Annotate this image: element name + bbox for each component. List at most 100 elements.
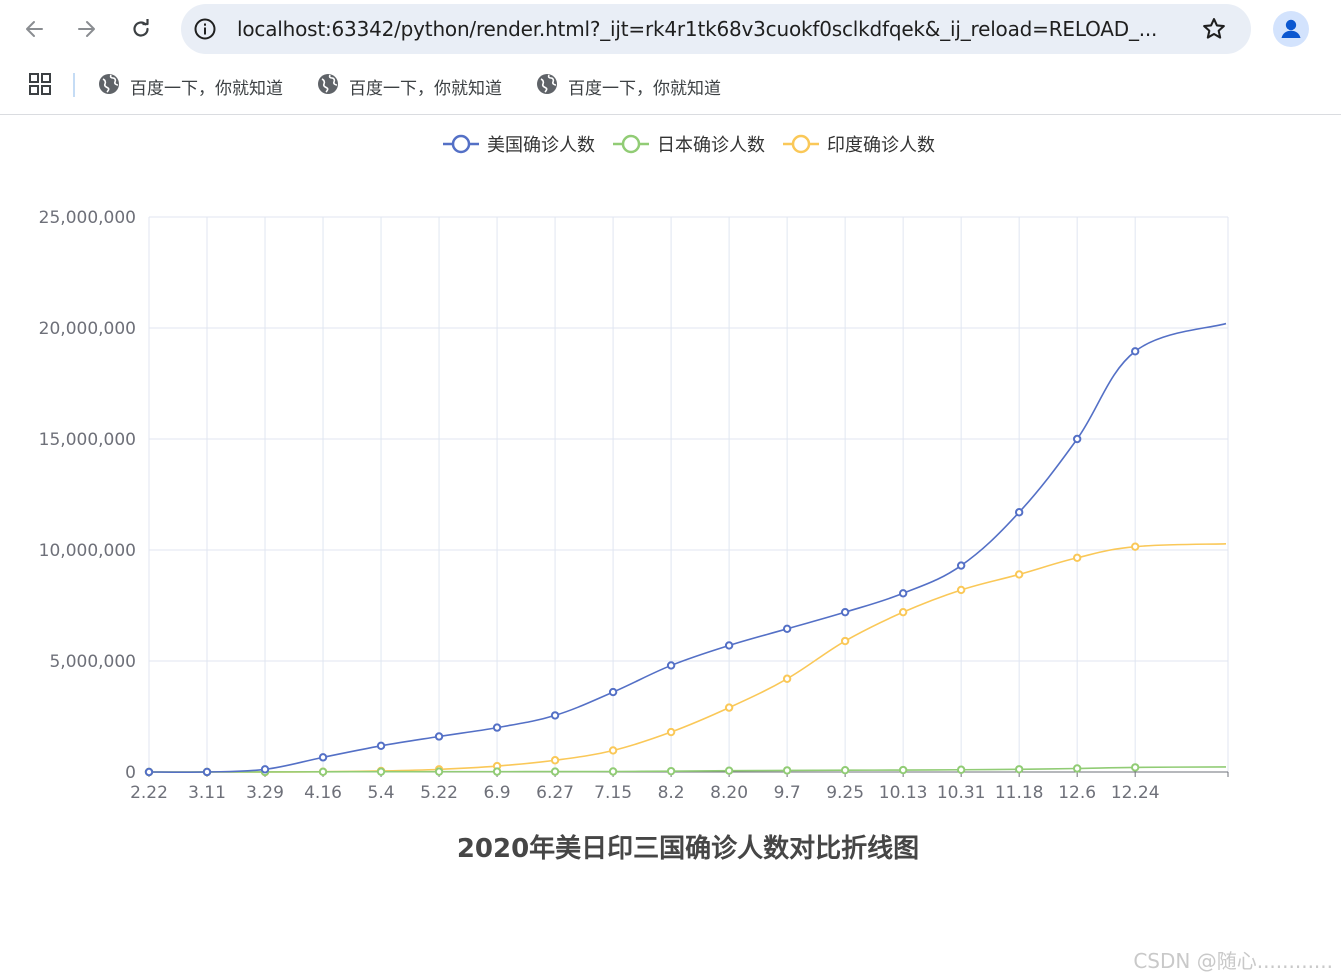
- data-point: [724, 703, 734, 712]
- csdn-watermark: CSDN @随心............: [1133, 949, 1333, 973]
- x-tick-label: 10.31: [937, 783, 986, 803]
- data-point: [724, 766, 734, 775]
- site-info-icon[interactable]: [193, 17, 217, 45]
- data-point: [898, 765, 908, 775]
- x-tick-label: 8.20: [710, 783, 748, 803]
- x-tick-label: 3.29: [246, 783, 284, 803]
- x-tick-label: 7.15: [594, 783, 632, 803]
- data-point: [898, 589, 908, 598]
- apps-grid-icon[interactable]: [28, 72, 52, 100]
- covid-line-chart: 美国确诊人数 日本确诊人数 印度确诊人数 0 5,000,000 10,000,000 1…: [39, 134, 1229, 864]
- forward-button[interactable]: [69, 11, 105, 47]
- x-tick-label: 4.16: [304, 783, 342, 803]
- bookmark-label: 百度一下，你就知道: [568, 78, 721, 99]
- y-tick-label: 5,000,000: [49, 652, 136, 672]
- arrow-right-icon: [76, 18, 98, 40]
- y-tick-label: 20,000,000: [39, 319, 136, 339]
- bookmark-item[interactable]: 百度一下，你就知道: [98, 72, 283, 100]
- bookmark-item[interactable]: 百度一下，你就知道: [317, 72, 502, 100]
- globe-icon: [317, 73, 339, 100]
- x-tick-label: 9.25: [826, 783, 864, 803]
- person-icon: [1273, 19, 1309, 47]
- browser-toolbar: localhost:63342/python/render.html?_ijt=…: [0, 0, 1341, 58]
- bookmark-label: 百度一下，你就知道: [349, 78, 502, 99]
- data-point: [1130, 347, 1140, 356]
- bookmarks-bar: 百度一下，你就知道 百度一下，你就知道 百度一下，你就知道: [0, 58, 1341, 115]
- chart-series: [144, 322, 1227, 777]
- data-point: [666, 766, 676, 776]
- data-point: [840, 766, 850, 775]
- series-line: [148, 322, 1227, 773]
- data-point: [144, 767, 154, 777]
- data-point: [492, 767, 502, 776]
- data-point: [782, 766, 792, 775]
- data-point: [1072, 764, 1082, 773]
- x-tick-label: 12.6: [1058, 783, 1096, 803]
- x-tick-label: 6.9: [484, 783, 511, 803]
- y-tick-label: 10,000,000: [39, 541, 136, 561]
- data-point: [1130, 542, 1140, 551]
- url-text[interactable]: localhost:63342/python/render.html?_ijt=…: [237, 17, 1197, 41]
- data-point: [434, 767, 444, 776]
- data-point: [840, 607, 850, 617]
- data-point: [956, 765, 966, 774]
- bookmark-label: 百度一下，你就知道: [130, 78, 283, 99]
- legend-marker: [451, 134, 471, 154]
- data-point: [608, 746, 618, 755]
- data-point: [608, 687, 618, 697]
- x-tick-label: 11.18: [995, 783, 1044, 803]
- arrow-left-icon: [23, 18, 45, 40]
- data-point: [434, 732, 444, 741]
- data-point: [1014, 570, 1024, 579]
- data-point: [956, 561, 966, 570]
- x-tick-label: 3.11: [188, 783, 226, 803]
- legend-label: 美国确诊人数: [487, 135, 595, 156]
- x-tick-label: 5.22: [420, 783, 458, 803]
- x-tick-label: 8.2: [658, 783, 685, 803]
- data-point: [1072, 553, 1082, 562]
- series-line: [148, 542, 1227, 773]
- profile-avatar[interactable]: [1273, 11, 1309, 47]
- data-point: [550, 756, 560, 765]
- legend-marker: [621, 134, 641, 154]
- back-button[interactable]: [16, 11, 52, 47]
- legend-item[interactable]: 美国确诊人数: [443, 134, 595, 156]
- data-point: [1014, 508, 1024, 517]
- reload-button[interactable]: [123, 11, 159, 47]
- globe-icon: [536, 73, 558, 100]
- data-point: [956, 585, 966, 595]
- data-point: [1072, 434, 1082, 444]
- x-tick-label: 10.13: [879, 783, 928, 803]
- legend-label: 印度确诊人数: [827, 135, 935, 156]
- data-point: [840, 636, 850, 646]
- legend-marker: [791, 134, 811, 154]
- reload-icon: [130, 18, 152, 40]
- bookmark-item[interactable]: 百度一下，你就知道: [536, 72, 721, 100]
- chart-legend[interactable]: 美国确诊人数 日本确诊人数 印度确诊人数: [443, 134, 935, 156]
- series-line: [148, 766, 1227, 773]
- data-point: [608, 767, 618, 776]
- data-point: [1014, 765, 1024, 774]
- legend-item[interactable]: 日本确诊人数: [613, 134, 765, 156]
- data-point: [318, 767, 328, 776]
- data-point: [260, 765, 270, 774]
- data-point: [318, 753, 328, 762]
- data-point: [666, 727, 676, 737]
- data-point: [782, 624, 792, 634]
- data-point: [724, 641, 734, 650]
- data-point: [492, 723, 502, 732]
- chart-title: 2020年美日印三国确诊人数对比折线图: [457, 833, 919, 864]
- legend-item[interactable]: 印度确诊人数: [783, 134, 935, 156]
- globe-icon: [98, 73, 120, 100]
- x-tick-label: 9.7: [774, 783, 801, 803]
- y-tick-label: 0: [125, 763, 136, 783]
- data-point: [666, 661, 676, 670]
- data-point: [550, 711, 560, 720]
- bookmark-star-icon[interactable]: [1201, 16, 1227, 46]
- data-point: [550, 767, 560, 776]
- x-tick-label: 5.4: [368, 783, 395, 803]
- data-point: [376, 767, 386, 776]
- x-tick-label: 2.22: [130, 783, 168, 803]
- data-point: [898, 607, 908, 617]
- address-bar[interactable]: localhost:63342/python/render.html?_ijt=…: [181, 4, 1251, 54]
